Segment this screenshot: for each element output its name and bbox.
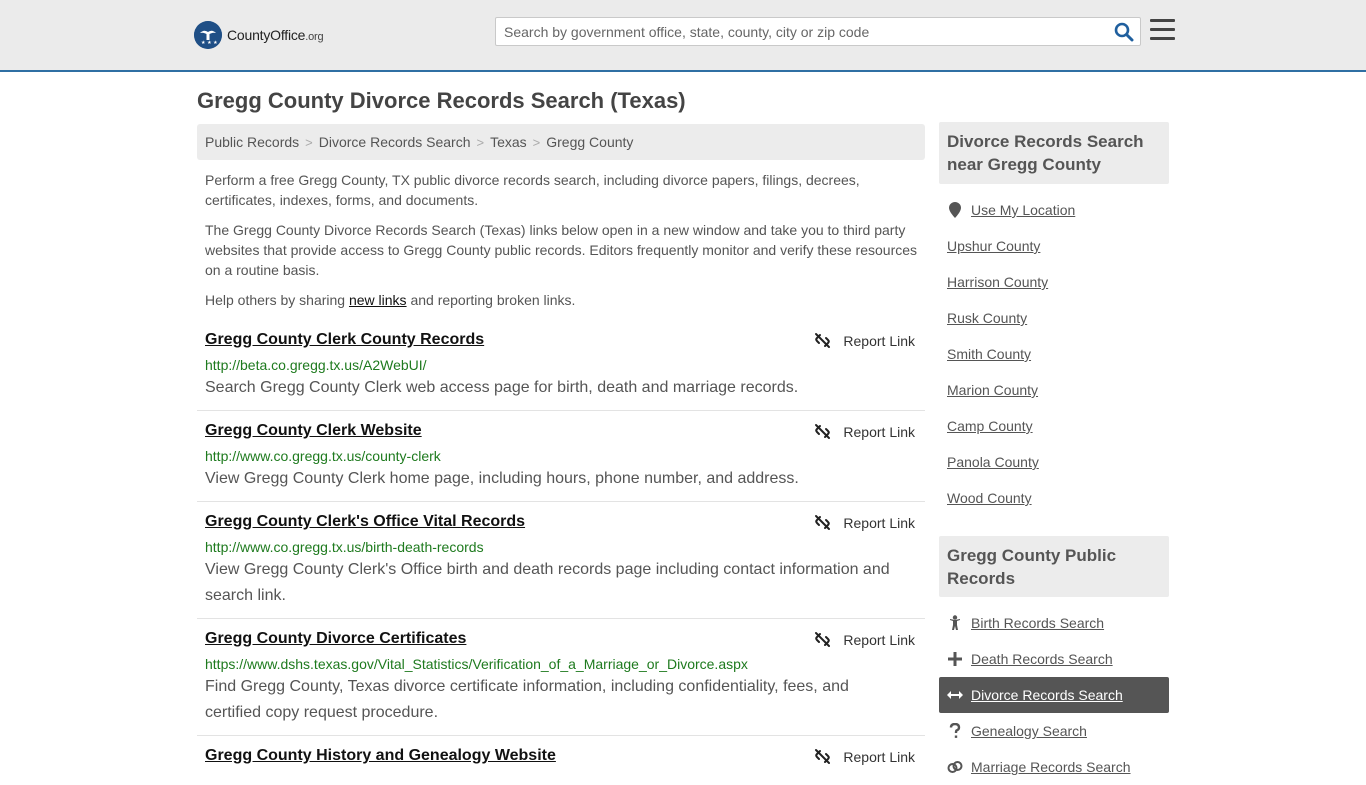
result-title-link[interactable]: Gregg County Clerk County Records (205, 331, 484, 349)
site-logo[interactable]: ★ ★ ★ CountyOffice.org (194, 20, 324, 50)
report-link-button[interactable]: Report Link (814, 332, 915, 349)
result-description: Search Gregg County Clerk web access pag… (205, 379, 799, 396)
logo-text: CountyOffice.org (227, 27, 324, 43)
report-link-label: Report Link (843, 423, 915, 440)
broken-link-icon (815, 424, 831, 439)
breadcrumb-separator: > (532, 134, 541, 150)
nearby-county-link[interactable]: Camp County (947, 418, 1033, 434)
search-icon[interactable] (1114, 22, 1134, 42)
breadcrumb-public-records[interactable]: Public Records (205, 134, 299, 150)
result-title-link[interactable]: Gregg County Clerk's Office Vital Record… (205, 513, 525, 531)
logo-badge-icon: ★ ★ ★ (194, 21, 222, 49)
nearby-section-title: Divorce Records Search near Gregg County (939, 122, 1169, 184)
nearby-county-link[interactable]: Upshur County (947, 238, 1040, 254)
result-title-link[interactable]: Gregg County Divorce Certificates (205, 630, 466, 648)
result-url: http://beta.co.gregg.tx.us/A2WebUI/ (205, 357, 427, 373)
report-link-label: Report Link (843, 631, 915, 648)
report-link-button[interactable]: Report Link (814, 423, 915, 440)
breadcrumb-separator: > (305, 134, 313, 150)
breadcrumb-texas[interactable]: Texas (490, 134, 527, 150)
result-url: https://www.dshs.texas.gov/Vital_Statist… (205, 656, 748, 672)
page-title: Gregg County Divorce Records Search (Tex… (197, 88, 686, 113)
sidebar-item-label: Genealogy Search (971, 723, 1087, 739)
svg-text:★ ★ ★: ★ ★ ★ (201, 40, 218, 46)
breadcrumb-separator: > (476, 134, 485, 150)
hamburger-menu-icon[interactable] (1150, 19, 1175, 42)
new-links-link[interactable]: new links (349, 292, 407, 308)
result-title-link[interactable]: Gregg County History and Genealogy Websi… (205, 747, 556, 765)
question-icon (947, 723, 963, 739)
report-link-label: Report Link (843, 514, 915, 531)
result-url: http://www.co.gregg.tx.us/county-clerk (205, 448, 441, 464)
result-item: Gregg County Divorce Certificates Report… (197, 619, 925, 736)
broken-link-icon (815, 515, 831, 530)
logo-tld: .org (305, 31, 324, 43)
sidebar-item-marriage-records[interactable]: Marriage Records Search (939, 749, 1169, 785)
rings-icon (947, 760, 963, 774)
arrows-icon (947, 690, 963, 700)
sidebar-item-divorce-records[interactable]: Divorce Records Search (939, 677, 1169, 713)
result-item: Gregg County Clerk County Records Report… (197, 320, 925, 411)
search-box (495, 17, 1141, 46)
result-item: Gregg County Clerk's Office Vital Record… (197, 502, 925, 619)
nearby-county-link[interactable]: Harrison County (947, 274, 1048, 290)
result-item: Gregg County History and Genealogy Websi… (197, 736, 925, 768)
broken-link-icon (815, 632, 831, 647)
public-records-section-title: Gregg County Public Records (939, 536, 1169, 597)
nearby-county-link[interactable]: Panola County (947, 454, 1039, 470)
report-link-label: Report Link (843, 332, 915, 349)
report-link-button[interactable]: Report Link (814, 514, 915, 531)
location-pin-icon (947, 202, 963, 218)
logo-name: CountyOffice (227, 27, 306, 43)
use-my-location-label: Use My Location (971, 202, 1076, 218)
sidebar-item-label: Death Records Search (971, 651, 1113, 667)
nearby-county-link[interactable]: Wood County (947, 490, 1032, 506)
nearby-county-link[interactable]: Rusk County (947, 310, 1027, 326)
sidebar-item-label: Birth Records Search (971, 615, 1105, 631)
sidebar-item-genealogy[interactable]: Genealogy Search (939, 713, 1169, 749)
result-title-link[interactable]: Gregg County Clerk Website (205, 422, 422, 440)
use-my-location-link[interactable]: Use My Location (939, 192, 1169, 228)
site-header: ★ ★ ★ CountyOffice.org (0, 0, 1366, 72)
result-item: Gregg County Clerk Website Report Link h… (197, 411, 925, 502)
report-link-button[interactable]: Report Link (814, 631, 915, 648)
report-link-button[interactable]: Report Link (814, 748, 915, 765)
breadcrumb-divorce-records-search[interactable]: Divorce Records Search (319, 134, 471, 150)
intro-text-after: and reporting broken links. (406, 292, 576, 308)
breadcrumb: Public Records > Divorce Records Search … (197, 124, 925, 160)
result-description: Find Gregg County, Texas divorce certifi… (205, 678, 849, 721)
child-icon (947, 615, 963, 631)
sidebar-item-label: Marriage Records Search (971, 759, 1131, 775)
intro-paragraph-2: The Gregg County Divorce Records Search … (205, 222, 918, 278)
intro-text-before: Help others by sharing (205, 292, 349, 308)
result-description: View Gregg County Clerk's Office birth a… (205, 561, 890, 604)
intro-paragraph-3: Help others by sharing new links and rep… (205, 290, 921, 310)
nearby-county-link[interactable]: Smith County (947, 346, 1031, 362)
result-url: http://www.co.gregg.tx.us/birth-death-re… (205, 539, 484, 555)
search-input[interactable] (496, 18, 1106, 45)
nearby-county-link[interactable]: Marion County (947, 382, 1038, 398)
result-description: View Gregg County Clerk home page, inclu… (205, 470, 799, 487)
sidebar-item-label: Divorce Records Search (971, 687, 1123, 703)
intro-paragraph-1: Perform a free Gregg County, TX public d… (205, 172, 860, 208)
breadcrumb-gregg-county[interactable]: Gregg County (546, 134, 633, 150)
report-link-label: Report Link (843, 748, 915, 765)
broken-link-icon (815, 333, 831, 348)
cross-icon (947, 652, 963, 666)
sidebar-item-death-records[interactable]: Death Records Search (939, 641, 1169, 677)
broken-link-icon (815, 749, 831, 764)
sidebar-item-birth-records[interactable]: Birth Records Search (939, 605, 1169, 641)
